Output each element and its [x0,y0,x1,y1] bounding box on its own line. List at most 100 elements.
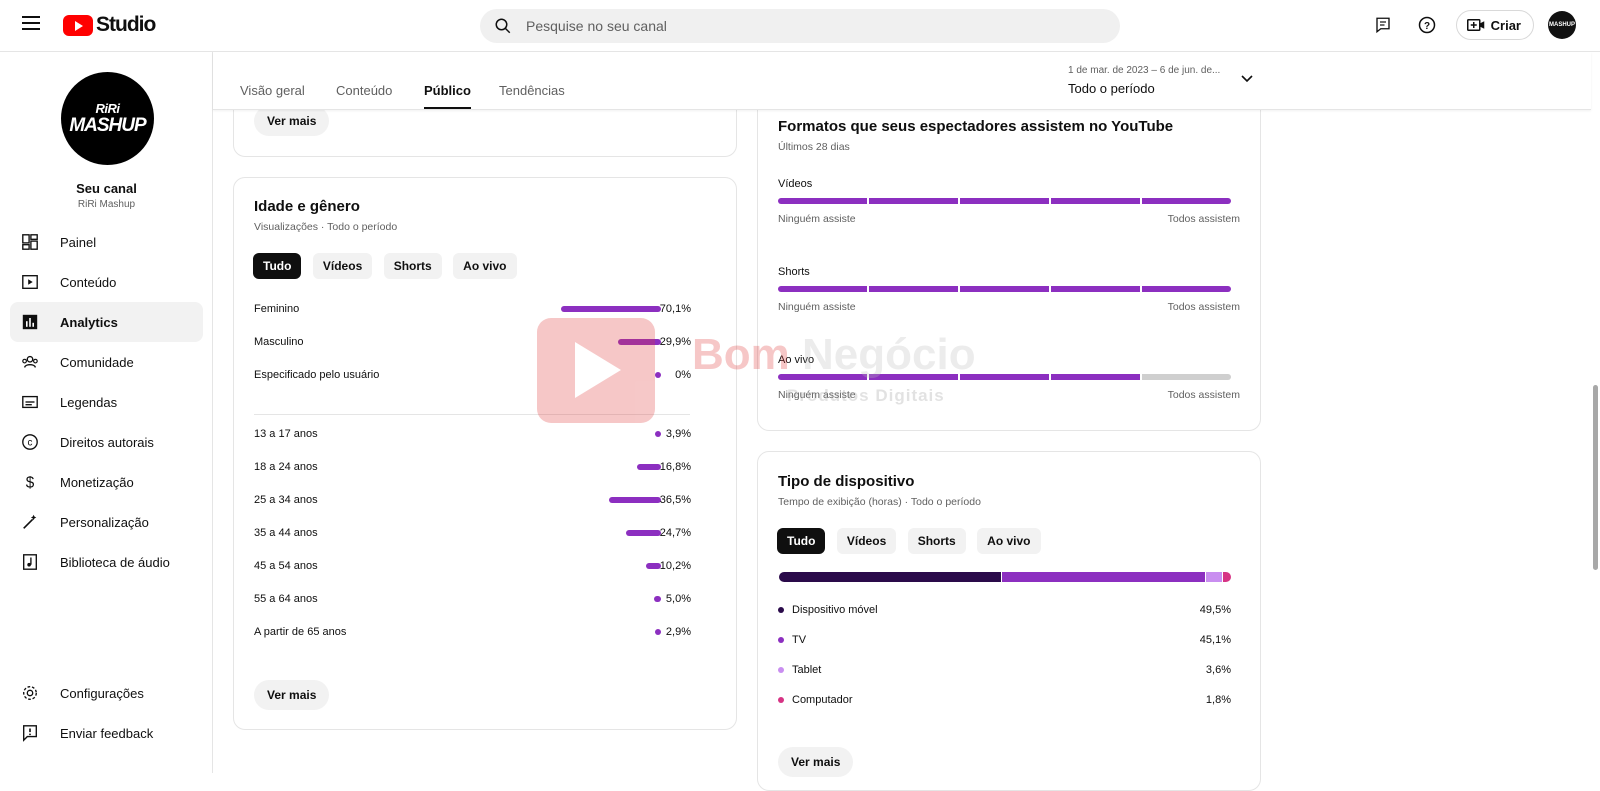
age-row: A partir de 65 anos 2,9% [254,625,691,639]
chevron-down-icon[interactable] [1240,74,1254,84]
chip-all[interactable]: Tudo [253,253,302,279]
age-label: 35 a 44 anos [254,527,318,539]
age-row: 45 a 54 anos 10,2% [254,559,691,573]
card-subtitle: Últimos 28 dias [778,141,850,153]
device-bar-segment [779,572,1002,582]
sidebar-item-label: Conteúdo [60,274,117,290]
formats-card: Formatos que seus espectadores assistem … [757,60,1261,431]
monetization-icon: $ [20,472,40,492]
help-icon[interactable]: ? [1412,10,1442,40]
sidebar-item-enviar-feedback[interactable]: Enviar feedback [10,713,203,753]
scale-high-label: Todos assistem [1167,389,1240,401]
studio-logo[interactable]: Studio [63,13,156,37]
age-row: 18 a 24 anos 16,8% [254,460,691,474]
svg-text:$: $ [26,474,35,491]
format-scale-segment [778,198,867,204]
channel-avatar[interactable]: RiRi MASHUP [61,72,154,165]
device-label: Tablet [792,664,822,676]
messages-icon[interactable] [1368,10,1398,40]
scale-low-label: Ninguém assiste [778,389,856,401]
see-more-button[interactable]: Ver mais [254,680,330,710]
search-input[interactable] [526,18,1086,34]
card-subtitle: Tempo de exibição (horas) · Todo o perío… [778,496,981,508]
tab-visao-geral[interactable]: Visão geral [240,83,305,107]
gender-label: Feminino [254,303,300,315]
gender-row: Especificado pelo usuário 0% [254,368,691,382]
age-label: A partir de 65 anos [254,626,347,638]
age-row: 13 a 17 anos 3,9% [254,427,691,441]
sidebar-item-direitos-autorais[interactable]: c Direitos autorais [10,422,203,462]
account-avatar[interactable]: MASHUP [1548,11,1576,39]
sidebar-item-conteudo[interactable]: Conteúdo [10,262,203,302]
format-scale-bar [778,286,1231,292]
chip-shorts[interactable]: Shorts [383,253,442,279]
see-more-button[interactable]: Ver mais [254,106,330,136]
device-bar-segment [1205,572,1222,582]
device-filter-chips: Tudo Vídeos Shorts Ao vivo [777,528,1048,554]
format-label: Shorts [778,266,810,278]
chip-videos[interactable]: Vídeos [836,528,897,554]
chip-all[interactable]: Tudo [777,528,826,554]
card-title: Formatos que seus espectadores assistem … [778,118,1174,135]
page-scrollbar[interactable] [1591,52,1600,773]
sidebar-item-comunidade[interactable]: Comunidade [10,342,203,382]
chip-shorts[interactable]: Shorts [907,528,966,554]
format-scale-segment [869,374,958,380]
format-scale-segment [1051,286,1140,292]
format-scale-segment [1051,198,1140,204]
sidebar-item-biblioteca-de-audio[interactable]: Biblioteca de áudio [10,542,203,582]
create-video-icon [1466,19,1484,31]
chip-live[interactable]: Ao vivo [453,253,517,279]
format-scale-segment [960,286,1049,292]
menu-icon[interactable] [22,16,40,30]
chip-live[interactable]: Ao vivo [977,528,1041,554]
top-bar: Studio ? Criar MASHUP [0,0,1600,52]
channel-name: RiRi Mashup [77,199,136,210]
device-value: 3,6% [1205,664,1231,676]
age-label: 18 a 24 anos [254,461,318,473]
sidebar-item-label: Legendas [60,394,118,410]
device-label: Dispositivo móvel [792,604,878,616]
device-value: 49,5% [1199,604,1231,616]
format-scale-segment [960,198,1049,204]
scale-high-label: Todos assistem [1167,301,1240,313]
sidebar-item-legendas[interactable]: Legendas [10,382,203,422]
tab-conteudo[interactable]: Conteúdo [336,83,392,107]
sidebar-item-label: Personalização [60,514,149,530]
tab-publico[interactable]: Público [424,83,471,109]
content-icon [20,272,40,292]
sidebar-item-personalizacao[interactable]: Personalização [10,502,203,542]
age-label: 13 a 17 anos [254,428,318,440]
create-button[interactable]: Criar [1455,10,1534,40]
customization-icon [20,512,40,532]
subtitles-icon [20,392,40,412]
format-scale-segment [869,286,958,292]
format-scale-bar [778,374,1231,380]
sidebar-item-painel[interactable]: Painel [10,222,203,262]
scale-low-label: Ninguém assiste [778,213,856,225]
sidebar-item-label: Comunidade [60,354,134,370]
chip-videos[interactable]: Vídeos [312,253,373,279]
sidebar-nav: Painel Conteúdo Analytics Comunidade Leg… [10,222,203,582]
tab-tendencias[interactable]: Tendências [499,83,565,107]
audio-library-icon [20,552,40,572]
sidebar-item-configuracoes[interactable]: Configurações [10,673,203,713]
sidebar-item-analytics[interactable]: Analytics [10,302,203,342]
divider [254,414,690,415]
legend-dot [778,637,784,643]
sidebar-item-label: Biblioteca de áudio [60,554,170,570]
format-scale-segment [869,198,958,204]
device-value: 1,8% [1205,694,1231,706]
gender-value: 70,1% [659,303,691,315]
period-selector[interactable]: 1 de mar. de 2023 – 6 de jun. de... Todo… [1068,65,1268,96]
sidebar-item-label: Enviar feedback [60,725,154,741]
scrollbar-thumb[interactable] [1593,385,1598,570]
gender-label: Masculino [254,336,304,348]
gender-row: Feminino 70,1% [254,302,691,316]
sidebar-item-label: Painel [60,234,97,250]
age-gender-card: Idade e gênero Visualizações · Todo o pe… [233,177,737,730]
device-value: 45,1% [1199,634,1231,646]
search-bar[interactable] [480,9,1120,43]
sidebar-item-monetizacao[interactable]: $ Monetização [10,462,203,502]
age-label: 25 a 34 anos [254,494,318,506]
